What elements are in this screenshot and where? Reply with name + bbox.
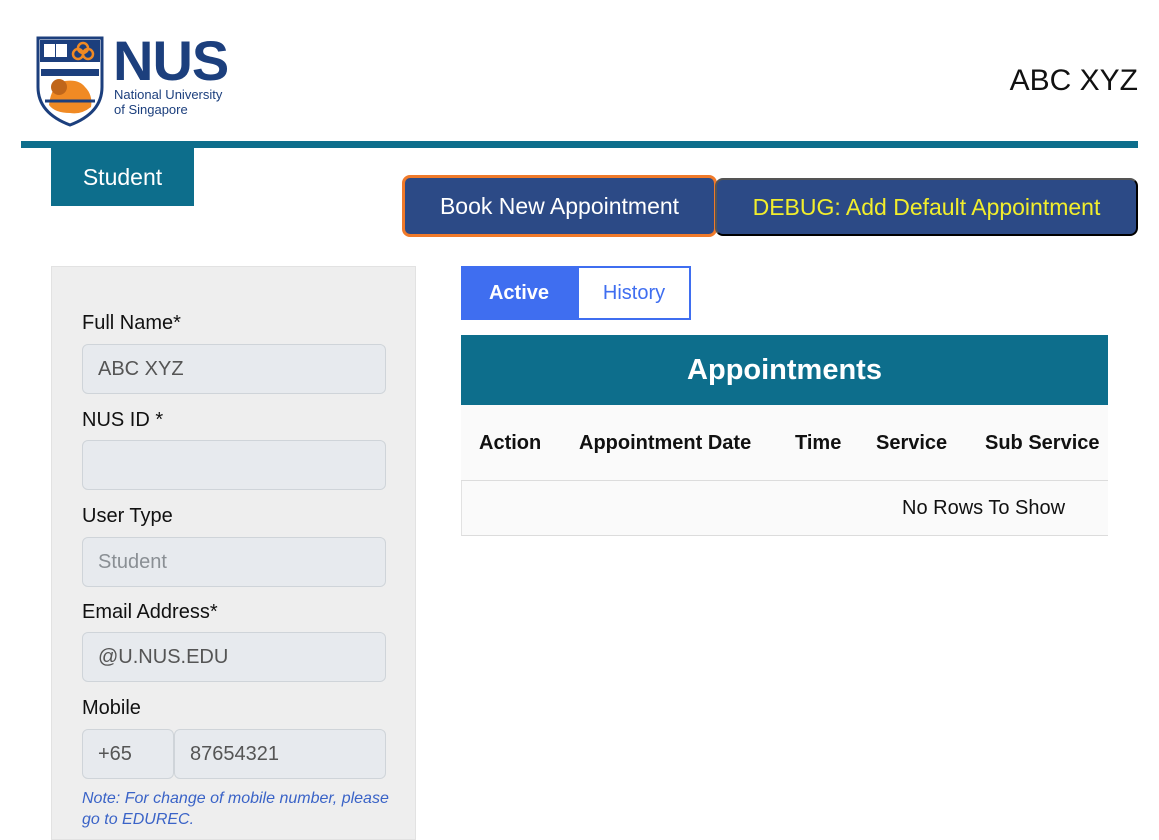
email-label: Email Address* <box>82 601 218 623</box>
column-header-time[interactable]: Time <box>795 432 841 455</box>
mobile-number-field[interactable]: 87654321 <box>174 729 386 779</box>
tab-history[interactable]: History <box>577 266 691 320</box>
appointments-table-title: Appointments <box>461 335 1108 405</box>
nus-crest-icon <box>36 36 104 127</box>
logo-subtitle-line1: National University <box>114 87 223 102</box>
role-tab-student[interactable]: Student <box>51 148 194 206</box>
mobile-change-note: Note: For change of mobile number, pleas… <box>82 790 389 828</box>
user-name: ABC XYZ <box>1009 64 1138 97</box>
appointments-table-header: Action Appointment Date Time Service Sub… <box>461 405 1108 481</box>
email-field[interactable]: @U.NUS.EDU <box>82 632 386 682</box>
column-header-action[interactable]: Action <box>479 432 541 455</box>
nus-logo: NUS National University of Singapore <box>35 29 235 127</box>
logo-wordmark: NUS <box>113 29 229 92</box>
appointments-table-body: No Rows To Show <box>461 481 1108 536</box>
logo-subtitle-line2: of Singapore <box>114 102 188 117</box>
nus-id-label: NUS ID * <box>82 409 164 431</box>
header-divider <box>21 141 1138 148</box>
full-name-label: Full Name* <box>82 312 181 334</box>
full-name-field[interactable]: ABC XYZ <box>82 344 386 394</box>
book-new-appointment-button[interactable]: Book New Appointment <box>402 175 717 237</box>
debug-add-default-appointment-button[interactable]: DEBUG: Add Default Appointment <box>715 178 1138 236</box>
user-type-field[interactable]: Student <box>82 537 386 587</box>
mobile-label: Mobile <box>82 697 141 719</box>
profile-panel: Full Name* ABC XYZ NUS ID * User Type St… <box>51 266 416 840</box>
mobile-country-code-field[interactable]: +65 <box>82 729 174 779</box>
empty-table-message: No Rows To Show <box>902 497 1066 519</box>
nus-id-field[interactable] <box>82 440 386 490</box>
column-header-sub-service[interactable]: Sub Service <box>985 432 1100 455</box>
user-type-label: User Type <box>82 505 173 527</box>
column-header-service[interactable]: Service <box>876 432 947 455</box>
tab-active[interactable]: Active <box>461 266 577 320</box>
column-header-appointment-date[interactable]: Appointment Date <box>579 432 751 455</box>
